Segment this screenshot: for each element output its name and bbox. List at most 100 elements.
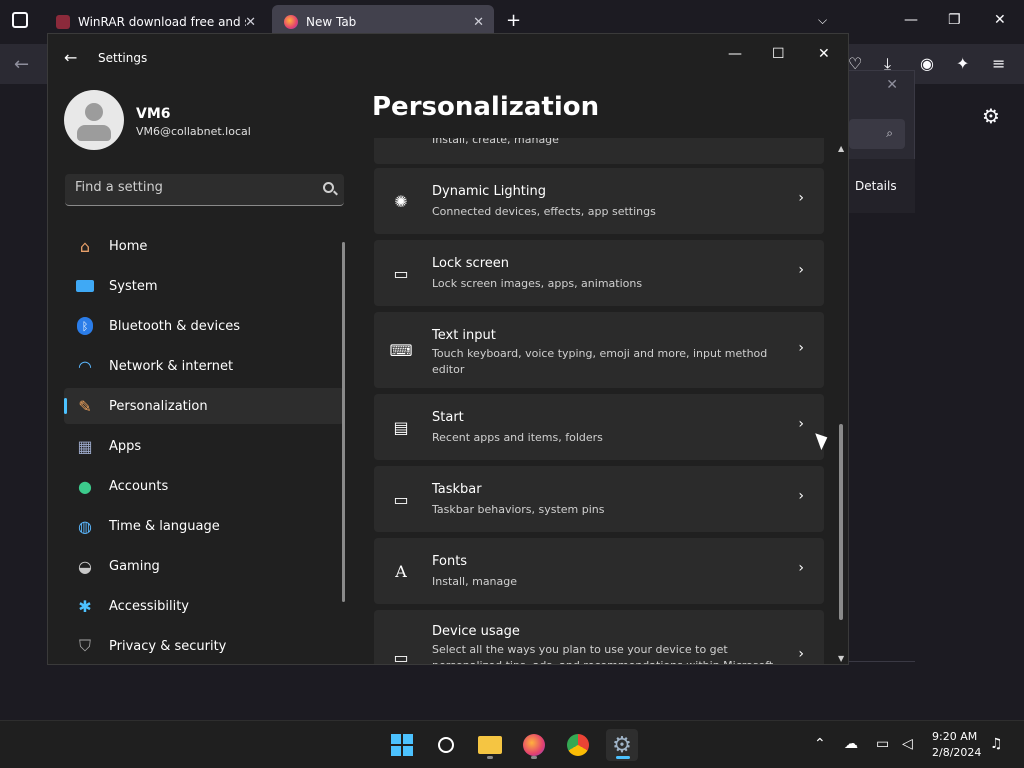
window-title: Settings — [98, 51, 148, 65]
search-icon[interactable] — [323, 182, 334, 193]
avatar[interactable] — [64, 90, 124, 150]
chevron-right-icon: › — [798, 190, 804, 206]
card-title: Dynamic Lighting — [432, 184, 547, 199]
settings-back-button[interactable]: ← — [64, 48, 77, 67]
details-header: Details — [849, 159, 915, 213]
card-desc: Connected devices, effects, app settings — [432, 205, 656, 218]
chevron-right-icon: › — [798, 560, 804, 576]
nav-item-accessibility[interactable]: ✱ Accessibility — [64, 588, 344, 624]
card-taskbar[interactable]: ▭ Taskbar Taskbar behaviors, system pins… — [374, 466, 824, 532]
chevron-right-icon: › — [798, 340, 804, 356]
list-all-tabs-chevron-icon[interactable]: ⌵ — [818, 13, 827, 28]
wifi-icon: ◠ — [78, 356, 92, 376]
extensions-icon[interactable]: ✦ — [956, 54, 969, 73]
card-desc: Touch keyboard, voice typing, emoji and … — [432, 347, 768, 376]
card-desc: Taskbar behaviors, system pins — [432, 503, 605, 516]
clock-date[interactable]: 2/8/2024 — [932, 746, 981, 759]
card-fonts[interactable]: A Fonts Install, manage › — [374, 538, 824, 604]
nav-label: Bluetooth & devices — [109, 318, 240, 334]
dialog-search-box[interactable]: ⌕ — [849, 119, 905, 149]
network-icon[interactable]: ▭ — [876, 736, 889, 752]
firefox-button[interactable] — [518, 729, 550, 761]
settings-taskbar-button[interactable]: ⚙ — [606, 729, 638, 761]
nav-scrollbar[interactable] — [342, 242, 345, 602]
shield-icon: ⛉ — [78, 636, 91, 655]
dialog-close-icon[interactable]: ✕ — [886, 77, 898, 93]
taskbar-search-button[interactable] — [430, 729, 462, 761]
nav-item-system[interactable]: System — [64, 268, 344, 304]
brush-icon: ✎ — [78, 396, 92, 416]
winrar-favicon-icon — [56, 15, 70, 29]
tab-label: New Tab — [306, 15, 357, 29]
chrome-icon — [567, 734, 589, 756]
card-lock-screen[interactable]: ▭ Lock screen Lock screen images, apps, … — [374, 240, 824, 306]
nav-label: Accounts — [109, 478, 169, 494]
file-explorer-button[interactable] — [474, 729, 506, 761]
search-icon: ⌕ — [886, 126, 893, 140]
tab-close-icon[interactable]: ✕ — [245, 15, 256, 30]
tab-close-icon[interactable]: ✕ — [473, 15, 484, 30]
card-device-usage[interactable]: ▭ Device usage Select all the ways you p… — [374, 610, 824, 664]
chevron-right-icon: › — [798, 488, 804, 504]
settings-close-button[interactable]: ✕ — [818, 46, 830, 62]
new-tab-button[interactable]: + — [506, 10, 521, 31]
card-dynamic-lighting[interactable]: ✺ Dynamic Lighting Connected devices, ef… — [374, 168, 824, 234]
page-settings-gear-icon[interactable]: ⚙ — [982, 104, 1000, 128]
accessibility-icon: ✱ — [78, 596, 92, 616]
gear-icon: ⚙ — [612, 732, 632, 758]
settings-minimize-button[interactable]: — — [728, 46, 742, 62]
nav-item-personalization[interactable]: ✎ Personalization — [64, 388, 344, 424]
details-label[interactable]: Details — [855, 179, 897, 193]
avatar-head — [85, 103, 103, 121]
nav-label: Accessibility — [109, 598, 189, 614]
settings-titlebar: ← Settings — ☐ ✕ — [48, 34, 848, 82]
search-input[interactable] — [75, 180, 305, 195]
browser-restore-button[interactable]: ❐ — [948, 12, 961, 28]
nav-item-bluetooth[interactable]: ᛒ Bluetooth & devices — [64, 308, 344, 344]
card-desc: Select all the ways you plan to use your… — [432, 643, 773, 664]
onedrive-icon[interactable]: ☁ — [844, 736, 858, 752]
chevron-right-icon: › — [798, 416, 804, 432]
running-indicator — [531, 756, 537, 759]
dialog-body — [849, 213, 915, 661]
accounts-icon: ● — [78, 476, 92, 496]
fonts-icon: A — [395, 561, 407, 581]
volume-muted-icon[interactable]: ◁ — [902, 736, 913, 752]
find-setting-box[interactable] — [65, 174, 344, 206]
card-title: Lock screen — [432, 256, 509, 271]
card-start[interactable]: ▤ Start Recent apps and items, folders › — [374, 394, 824, 460]
scroll-thumb[interactable] — [839, 424, 843, 620]
nav-label: Home — [109, 238, 148, 254]
chevron-right-icon: › — [798, 262, 804, 278]
browser-minimize-button[interactable]: — — [904, 12, 918, 28]
browser-close-button[interactable]: ✕ — [994, 12, 1006, 28]
start-button[interactable] — [386, 729, 418, 761]
page-title: Personalization — [372, 92, 600, 122]
nav-item-time-language[interactable]: ◍ Time & language — [64, 508, 344, 544]
nav-item-home[interactable]: ⌂ Home — [64, 228, 344, 264]
menu-icon[interactable]: ≡ — [992, 54, 1005, 73]
card-title: Device usage — [432, 624, 520, 639]
nav-item-gaming[interactable]: ◒ Gaming — [64, 548, 344, 584]
chrome-button[interactable] — [562, 729, 594, 761]
account-icon[interactable]: ◉ — [920, 54, 934, 73]
nav-label: Gaming — [109, 558, 160, 574]
browser-back-button[interactable]: ← — [14, 54, 29, 75]
scroll-down-icon[interactable]: ▼ — [838, 654, 844, 663]
content-scrollbar[interactable]: ▲ ▼ — [838, 144, 844, 664]
settings-maximize-button[interactable]: ☐ — [772, 46, 785, 62]
show-hidden-icons-chevron-up-icon[interactable]: ⌃ — [814, 736, 826, 752]
notifications-bell-icon[interactable]: ♫ — [990, 736, 1003, 752]
tab-list-icon[interactable] — [12, 12, 28, 28]
tab-label: WinRAR download free and support — [78, 15, 246, 29]
scroll-up-icon[interactable]: ▲ — [838, 144, 844, 153]
nav-item-accounts[interactable]: ● Accounts — [64, 468, 344, 504]
nav-item-privacy-security[interactable]: ⛉ Privacy & security — [64, 628, 344, 664]
nav-item-network[interactable]: ◠ Network & internet — [64, 348, 344, 384]
search-icon — [438, 737, 454, 753]
clock-time[interactable]: 9:20 AM — [932, 730, 977, 743]
taskbar: ⚙ ⌃ ☁ ▭ ◁ 9:20 AM 2/8/2024 ♫ — [0, 720, 1024, 768]
nav-item-apps[interactable]: ▦ Apps — [64, 428, 344, 464]
card-text-input[interactable]: ⌨ Text input Touch keyboard, voice typin… — [374, 312, 824, 388]
card-themes-partial[interactable]: Install, create, manage — [374, 138, 824, 164]
